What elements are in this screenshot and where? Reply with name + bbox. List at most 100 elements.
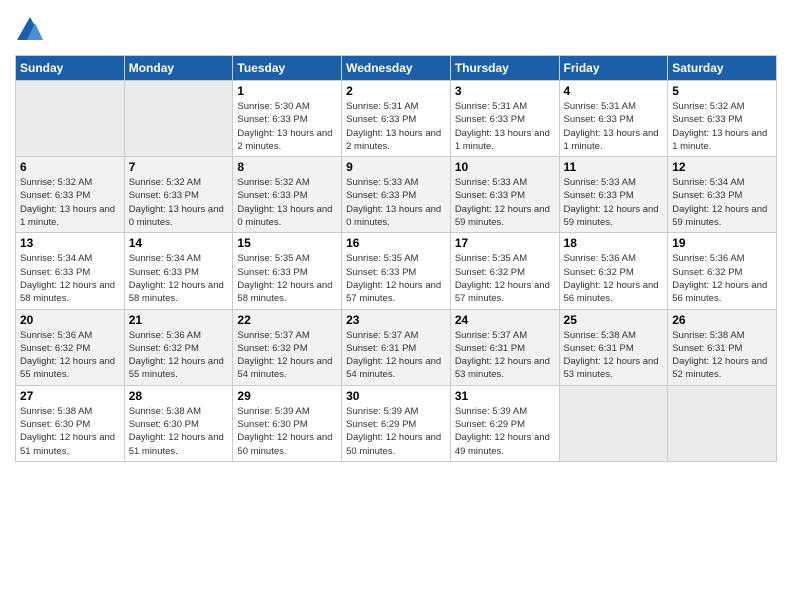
week-row-1: 1 Sunrise: 5:30 AM Sunset: 6:33 PM Daylig… (16, 81, 777, 157)
day-cell: 22Sunrise: 5:37 AM Sunset: 6:32 PM Dayli… (233, 309, 342, 385)
day-cell (124, 81, 233, 157)
day-info: Sunrise: 5:38 AM Sunset: 6:30 PM Dayligh… (20, 405, 120, 458)
day-info: Sunrise: 5:36 AM Sunset: 6:32 PM Dayligh… (20, 329, 120, 382)
day-info: Sunrise: 5:34 AM Sunset: 6:33 PM Dayligh… (672, 176, 772, 229)
day-cell: 26 Sunrise: 5:38 AM Sunset: 6:31 PM Dayli… (668, 309, 777, 385)
day-cell: 7Sunrise: 5:32 AM Sunset: 6:33 PM Daylig… (124, 157, 233, 233)
logo-icon (15, 15, 45, 45)
day-info: Sunrise: 5:33 AM Sunset: 6:33 PM Dayligh… (455, 176, 555, 229)
day-cell: 12 Sunrise: 5:34 AM Sunset: 6:33 PM Dayli… (668, 157, 777, 233)
day-number: 18 (564, 236, 664, 250)
day-info: Sunrise: 5:35 AM Sunset: 6:32 PM Dayligh… (455, 252, 555, 305)
day-cell: 2 Sunrise: 5:31 AM Sunset: 6:33 PM Daylig… (342, 81, 451, 157)
day-cell: 13 Sunrise: 5:34 AM Sunset: 6:33 PM Dayli… (16, 233, 125, 309)
day-cell: 31Sunrise: 5:39 AM Sunset: 6:29 PM Dayli… (450, 385, 559, 461)
day-info: Sunrise: 5:32 AM Sunset: 6:33 PM Dayligh… (237, 176, 337, 229)
day-number: 4 (564, 84, 664, 98)
day-number: 24 (455, 313, 555, 327)
day-info: Sunrise: 5:32 AM Sunset: 6:33 PM Dayligh… (20, 176, 120, 229)
day-number: 26 (672, 313, 772, 327)
day-number: 5 (672, 84, 772, 98)
day-cell: 5 Sunrise: 5:32 AM Sunset: 6:33 PM Daylig… (668, 81, 777, 157)
day-number: 1 (237, 84, 337, 98)
day-info: Sunrise: 5:35 AM Sunset: 6:33 PM Dayligh… (237, 252, 337, 305)
header-cell-sunday: Sunday (16, 56, 125, 81)
day-cell: 3 Sunrise: 5:31 AM Sunset: 6:33 PM Daylig… (450, 81, 559, 157)
day-number: 8 (237, 160, 337, 174)
day-number: 12 (672, 160, 772, 174)
day-number: 9 (346, 160, 446, 174)
day-cell: 8 Sunrise: 5:32 AM Sunset: 6:33 PM Daylig… (233, 157, 342, 233)
day-cell: 4Sunrise: 5:31 AM Sunset: 6:33 PM Daylig… (559, 81, 668, 157)
day-info: Sunrise: 5:32 AM Sunset: 6:33 PM Dayligh… (129, 176, 229, 229)
day-number: 22 (237, 313, 337, 327)
day-info: Sunrise: 5:38 AM Sunset: 6:31 PM Dayligh… (564, 329, 664, 382)
day-info: Sunrise: 5:31 AM Sunset: 6:33 PM Dayligh… (346, 100, 446, 153)
day-number: 13 (20, 236, 120, 250)
day-number: 30 (346, 389, 446, 403)
week-row-3: 13 Sunrise: 5:34 AM Sunset: 6:33 PM Dayli… (16, 233, 777, 309)
day-cell (668, 385, 777, 461)
day-number: 25 (564, 313, 664, 327)
day-number: 16 (346, 236, 446, 250)
day-number: 3 (455, 84, 555, 98)
day-number: 23 (346, 313, 446, 327)
header-cell-thursday: Thursday (450, 56, 559, 81)
day-cell: 6Sunrise: 5:32 AM Sunset: 6:33 PM Daylig… (16, 157, 125, 233)
day-number: 10 (455, 160, 555, 174)
day-cell: 17 Sunrise: 5:35 AM Sunset: 6:32 PM Dayli… (450, 233, 559, 309)
day-cell: 25 Sunrise: 5:38 AM Sunset: 6:31 PM Dayli… (559, 309, 668, 385)
day-cell: 11 Sunrise: 5:33 AM Sunset: 6:33 PM Dayli… (559, 157, 668, 233)
day-cell: 1 Sunrise: 5:30 AM Sunset: 6:33 PM Daylig… (233, 81, 342, 157)
day-number: 2 (346, 84, 446, 98)
day-number: 19 (672, 236, 772, 250)
day-number: 31 (455, 389, 555, 403)
header-row: SundayMondayTuesdayWednesdayThursdayFrid… (16, 56, 777, 81)
day-info: Sunrise: 5:38 AM Sunset: 6:31 PM Dayligh… (672, 329, 772, 382)
day-cell: 24 Sunrise: 5:37 AM Sunset: 6:31 PM Dayli… (450, 309, 559, 385)
day-cell: 21 Sunrise: 5:36 AM Sunset: 6:32 PM Dayli… (124, 309, 233, 385)
day-number: 28 (129, 389, 229, 403)
day-cell: 28 Sunrise: 5:38 AM Sunset: 6:30 PM Dayli… (124, 385, 233, 461)
day-info: Sunrise: 5:36 AM Sunset: 6:32 PM Dayligh… (564, 252, 664, 305)
day-cell: 27Sunrise: 5:38 AM Sunset: 6:30 PM Dayli… (16, 385, 125, 461)
header-cell-wednesday: Wednesday (342, 56, 451, 81)
day-info: Sunrise: 5:33 AM Sunset: 6:33 PM Dayligh… (346, 176, 446, 229)
week-row-2: 6Sunrise: 5:32 AM Sunset: 6:33 PM Daylig… (16, 157, 777, 233)
day-cell (16, 81, 125, 157)
day-info: Sunrise: 5:34 AM Sunset: 6:33 PM Dayligh… (20, 252, 120, 305)
header-cell-friday: Friday (559, 56, 668, 81)
header (15, 15, 777, 45)
day-number: 11 (564, 160, 664, 174)
day-cell: 20 Sunrise: 5:36 AM Sunset: 6:32 PM Dayli… (16, 309, 125, 385)
day-cell: 23Sunrise: 5:37 AM Sunset: 6:31 PM Dayli… (342, 309, 451, 385)
day-info: Sunrise: 5:32 AM Sunset: 6:33 PM Dayligh… (672, 100, 772, 153)
day-cell: 18 Sunrise: 5:36 AM Sunset: 6:32 PM Dayli… (559, 233, 668, 309)
day-info: Sunrise: 5:36 AM Sunset: 6:32 PM Dayligh… (129, 329, 229, 382)
day-cell: 15 Sunrise: 5:35 AM Sunset: 6:33 PM Dayli… (233, 233, 342, 309)
day-number: 29 (237, 389, 337, 403)
day-number: 17 (455, 236, 555, 250)
day-number: 14 (129, 236, 229, 250)
day-info: Sunrise: 5:31 AM Sunset: 6:33 PM Dayligh… (455, 100, 555, 153)
day-cell: 30Sunrise: 5:39 AM Sunset: 6:29 PM Dayli… (342, 385, 451, 461)
day-number: 20 (20, 313, 120, 327)
day-number: 21 (129, 313, 229, 327)
day-info: Sunrise: 5:37 AM Sunset: 6:31 PM Dayligh… (455, 329, 555, 382)
day-cell: 16Sunrise: 5:35 AM Sunset: 6:33 PM Dayli… (342, 233, 451, 309)
day-cell: 29Sunrise: 5:39 AM Sunset: 6:30 PM Dayli… (233, 385, 342, 461)
calendar-table: SundayMondayTuesdayWednesdayThursdayFrid… (15, 55, 777, 462)
day-cell: 14Sunrise: 5:34 AM Sunset: 6:33 PM Dayli… (124, 233, 233, 309)
day-cell: 9 Sunrise: 5:33 AM Sunset: 6:33 PM Daylig… (342, 157, 451, 233)
day-cell (559, 385, 668, 461)
day-cell: 19Sunrise: 5:36 AM Sunset: 6:32 PM Dayli… (668, 233, 777, 309)
day-info: Sunrise: 5:38 AM Sunset: 6:30 PM Dayligh… (129, 405, 229, 458)
header-cell-saturday: Saturday (668, 56, 777, 81)
logo (15, 15, 49, 45)
day-info: Sunrise: 5:33 AM Sunset: 6:33 PM Dayligh… (564, 176, 664, 229)
day-cell: 10 Sunrise: 5:33 AM Sunset: 6:33 PM Dayli… (450, 157, 559, 233)
day-number: 15 (237, 236, 337, 250)
week-row-5: 27Sunrise: 5:38 AM Sunset: 6:30 PM Dayli… (16, 385, 777, 461)
header-cell-tuesday: Tuesday (233, 56, 342, 81)
day-info: Sunrise: 5:30 AM Sunset: 6:33 PM Dayligh… (237, 100, 337, 153)
